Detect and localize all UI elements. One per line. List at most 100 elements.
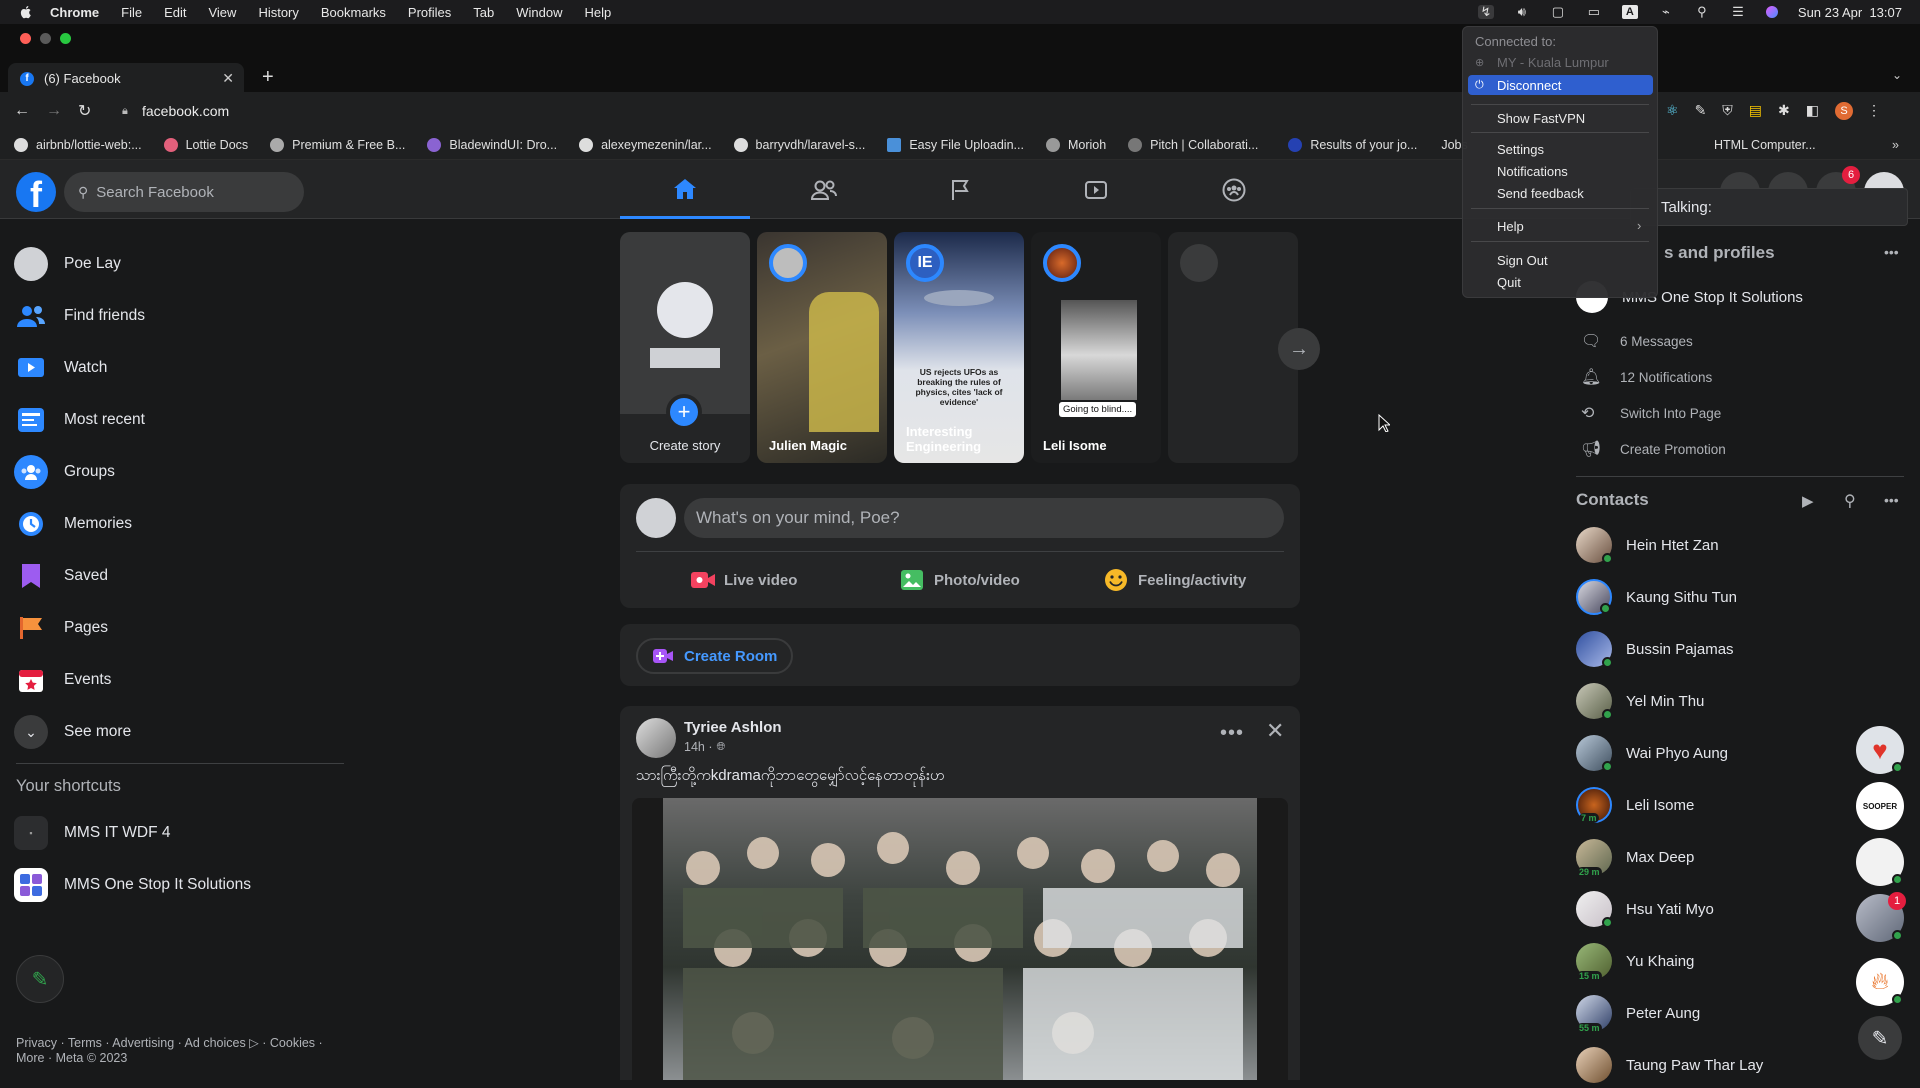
pages-more-icon[interactable]: •••: [1884, 244, 1899, 260]
menu-profiles[interactable]: Profiles: [408, 5, 451, 20]
bookmark-item[interactable]: Lottie Docs: [163, 137, 248, 152]
shield-extension-icon[interactable]: ⛨: [1722, 102, 1733, 120]
sidebar-profile[interactable]: Poe Lay: [14, 242, 121, 286]
chat-head-bubble[interactable]: [1856, 838, 1904, 886]
chat-head-bubble[interactable]: 1: [1856, 892, 1906, 942]
pen-extension-icon[interactable]: ✎: [1695, 102, 1707, 120]
quit-menu-item[interactable]: Quit: [1497, 275, 1521, 290]
sidebar-item-groups[interactable]: Groups: [14, 450, 115, 494]
switch-into-page-link[interactable]: ⟲ Switch Into Page: [1576, 395, 1721, 431]
nav-home-tab[interactable]: [620, 160, 750, 219]
bookmark-item[interactable]: alexeymezenin/lar...: [579, 137, 712, 152]
post-author-name[interactable]: Tyriee Ashlon: [684, 719, 782, 736]
post-time[interactable]: 14h ·: [684, 740, 713, 754]
new-message-button[interactable]: ✎: [16, 955, 64, 1003]
bookmark-item[interactable]: Easy File Uploadin...: [887, 137, 1024, 152]
react-extension-icon[interactable]: ⚛: [1666, 102, 1679, 120]
contact-item[interactable]: Bussin Pajamas: [1576, 626, 1734, 672]
nav-groups-tab[interactable]: [1220, 178, 1248, 202]
bookmark-item[interactable]: BladewindUI: Dro...: [427, 137, 557, 152]
nav-pages-tab[interactable]: [946, 178, 974, 202]
url-field[interactable]: facebook.com: [142, 103, 229, 119]
sidebar-item-events[interactable]: Events: [14, 658, 111, 702]
new-tab-button[interactable]: +: [262, 66, 274, 89]
create-story-card[interactable]: + Create story: [620, 232, 750, 463]
contact-item[interactable]: 7 m Leli Isome: [1576, 782, 1694, 828]
contacts-more-icon[interactable]: •••: [1884, 492, 1899, 508]
shortcut-item[interactable]: MMS One Stop It Solutions: [14, 863, 251, 907]
bookmark-item[interactable]: Pitch | Collaborati...: [1128, 137, 1258, 152]
window-icon[interactable]: ▢: [1550, 4, 1566, 19]
sidebar-item-saved[interactable]: Saved: [14, 554, 108, 598]
back-icon[interactable]: ←: [14, 102, 30, 120]
spotlight-icon[interactable]: ⚲: [1694, 4, 1710, 19]
search-box[interactable]: ⚲ Search Facebook: [64, 172, 304, 212]
bookmark-item[interactable]: Premium & Free B...: [270, 137, 405, 152]
bookmark-item[interactable]: Results of your jo...: [1288, 137, 1417, 152]
menu-bookmarks[interactable]: Bookmarks: [321, 5, 386, 20]
contact-item[interactable]: Kaung Sithu Tun: [1576, 574, 1737, 620]
control-center-icon[interactable]: ☰: [1730, 4, 1746, 19]
more-menu-icon[interactable]: ⋮: [1867, 102, 1881, 120]
sidebar-item-find-friends[interactable]: Find friends: [14, 294, 145, 338]
minimize-window-button[interactable]: [40, 33, 51, 44]
add-story-button[interactable]: +: [666, 394, 702, 430]
sign-out-menu-item[interactable]: Sign Out: [1497, 253, 1548, 268]
bookmark-item[interactable]: airbnb/lottie-web:...: [14, 137, 142, 152]
notifications-menu-item[interactable]: Notifications: [1497, 164, 1568, 179]
post-options-icon[interactable]: •••: [1220, 722, 1244, 745]
notes-extension-icon[interactable]: ▤: [1749, 102, 1762, 120]
create-promotion-link[interactable]: 📢︎ Create Promotion: [1576, 431, 1726, 467]
puzzle-icon[interactable]: ✱: [1778, 102, 1790, 120]
sidebar-item-most-recent[interactable]: Most recent: [14, 398, 145, 442]
menu-edit[interactable]: Edit: [164, 5, 186, 20]
page-notifications-link[interactable]: 🔔︎ 12 Notifications: [1576, 359, 1712, 395]
sidebar-see-more[interactable]: ⌄ See more: [14, 710, 131, 754]
menu-chrome[interactable]: Chrome: [50, 5, 99, 20]
story-card[interactable]: Julien Magic: [757, 232, 887, 463]
contact-item[interactable]: Hsu Yati Myo: [1576, 886, 1714, 932]
post-close-icon[interactable]: ✕: [1266, 718, 1284, 744]
footer-links[interactable]: Privacy · Terms · Advertising · Ad choic…: [16, 1035, 323, 1050]
vpn-icon[interactable]: ↯: [1477, 4, 1494, 19]
story-card[interactable]: IE US rejects UFOs as breaking the rules…: [894, 232, 1024, 463]
settings-menu-item[interactable]: Settings: [1497, 142, 1544, 157]
contact-item[interactable]: Hein Htet Zan: [1576, 522, 1719, 568]
stories-next-button[interactable]: →: [1278, 328, 1320, 370]
bookmark-item[interactable]: barryvdh/laravel-s...: [733, 137, 865, 152]
feeling-activity-button[interactable]: Feeling/activity: [1104, 560, 1246, 600]
display-icon[interactable]: ▭: [1586, 4, 1602, 19]
close-window-button[interactable]: [20, 33, 31, 44]
more-bookmarks-icon[interactable]: »: [1892, 138, 1899, 152]
menu-history[interactable]: History: [258, 5, 298, 20]
menubar-clock[interactable]: Sun 23 Apr 13:07: [1798, 5, 1902, 20]
sidebar-item-memories[interactable]: Memories: [14, 502, 132, 546]
disconnect-menu-item[interactable]: ⏻ Disconnect: [1468, 75, 1653, 95]
tab-facebook[interactable]: f (6) Facebook ✕: [8, 63, 244, 94]
contact-item[interactable]: Yel Min Thu: [1576, 678, 1704, 724]
apple-icon[interactable]: [18, 4, 34, 20]
story-card[interactable]: Going to blind.... Leli Isome: [1031, 232, 1161, 463]
forward-icon[interactable]: →: [46, 102, 62, 120]
volume-icon[interactable]: 🔊︎: [1514, 4, 1530, 19]
facebook-logo[interactable]: f: [16, 172, 56, 212]
contact-item[interactable]: Wai Phyo Aung: [1576, 730, 1728, 776]
close-tab-icon[interactable]: ✕: [222, 70, 234, 87]
page-messages-link[interactable]: 🗨︎ 6 Messages: [1576, 323, 1693, 359]
chat-head-bubble[interactable]: ♥: [1856, 726, 1904, 774]
menu-help[interactable]: Help: [585, 5, 612, 20]
siri-icon[interactable]: [1765, 6, 1778, 18]
tab-search-chevron-icon[interactable]: ⌄: [1892, 68, 1902, 82]
contact-item[interactable]: Taung Paw Thar Lay: [1576, 1042, 1763, 1088]
new-room-icon[interactable]: ▶︎: [1802, 492, 1814, 510]
search-input[interactable]: Search Facebook: [96, 184, 214, 201]
show-fastvpn-menu-item[interactable]: Show FastVPN: [1497, 111, 1585, 126]
zoom-window-button[interactable]: [60, 33, 71, 44]
send-feedback-menu-item[interactable]: Send feedback: [1497, 186, 1584, 201]
chat-head-bubble[interactable]: 🔥︎: [1856, 958, 1904, 1006]
bookmark-item[interactable]: HTML Computer...: [1714, 138, 1816, 152]
create-room-button[interactable]: Create Room: [636, 638, 794, 674]
contact-item[interactable]: 55 m Peter Aung: [1576, 990, 1700, 1036]
menu-file[interactable]: File: [121, 5, 142, 20]
menu-view[interactable]: View: [208, 5, 236, 20]
